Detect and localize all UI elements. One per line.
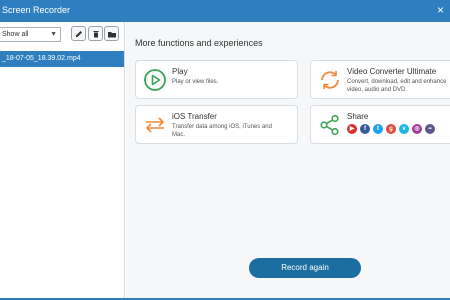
converter-card-title: Video Converter Ultimate <box>347 67 437 76</box>
google-plus-icon[interactable]: g <box>386 124 396 134</box>
play-card-desc: Play or view files. <box>172 79 219 85</box>
section-title: More functions and experiences <box>135 38 263 48</box>
ios-transfer-desc: Transfer data among iOS, iTunes and Mac. <box>172 124 272 138</box>
play-icon <box>144 69 166 91</box>
delete-icon <box>93 31 99 38</box>
edit-button[interactable] <box>71 26 86 41</box>
close-icon[interactable]: × <box>437 3 444 17</box>
window-title: Screen Recorder <box>2 5 71 15</box>
share-icon <box>320 114 339 136</box>
main-panel: More functions and experiences Play Play… <box>126 22 450 298</box>
title-bar: Screen Recorder × <box>0 0 450 22</box>
filter-selected: Show all <box>2 31 29 38</box>
transfer-icon <box>145 117 165 133</box>
folder-icon <box>108 32 116 38</box>
twitter-icon[interactable]: t <box>373 124 383 134</box>
converter-card-desc: Convert, download, edit and enhance vide… <box>347 79 447 93</box>
vimeo-icon[interactable]: v <box>399 124 409 134</box>
sidebar: Show all ▼ _18-07-05_18.39.02.mp4 <box>0 22 125 298</box>
instagram-icon[interactable]: ◎ <box>412 124 422 134</box>
chevron-down-icon: ▼ <box>50 31 57 38</box>
record-again-button[interactable]: Record again <box>249 258 361 278</box>
facebook-icon[interactable]: f <box>360 124 370 134</box>
edit-icon <box>76 31 82 37</box>
flickr-icon[interactable]: •• <box>425 124 435 134</box>
ios-transfer-title: iOS Transfer <box>172 112 217 121</box>
file-item[interactable]: _18-07-05_18.39.02.mp4 <box>0 51 124 67</box>
file-name: _18-07-05_18.39.02.mp4 <box>2 55 81 62</box>
play-card-title: Play <box>172 67 188 76</box>
delete-button[interactable] <box>88 26 103 41</box>
share-title: Share <box>347 112 369 121</box>
sidebar-toolbar: Show all ▼ <box>0 22 125 48</box>
folder-button[interactable] <box>104 26 119 41</box>
share-card: Share ▶ f t g v ◎ •• <box>310 105 450 144</box>
ios-transfer-card[interactable]: iOS Transfer Transfer data among iOS, iT… <box>135 105 298 144</box>
youtube-icon[interactable]: ▶ <box>347 124 357 134</box>
filter-dropdown[interactable]: Show all ▼ <box>0 27 61 42</box>
convert-icon <box>321 71 339 89</box>
play-card[interactable]: Play Play or view files. <box>135 60 298 99</box>
video-converter-card[interactable]: Video Converter Ultimate Convert, downlo… <box>310 60 450 99</box>
